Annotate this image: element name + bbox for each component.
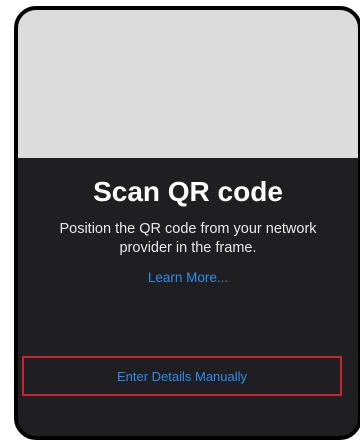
enter-details-manually-button[interactable]: Enter Details Manually	[117, 369, 247, 384]
scan-description: Position the QR code from your network p…	[59, 221, 317, 256]
learn-more-link[interactable]: Learn More...	[148, 270, 228, 285]
page-title: Scan QR code	[93, 176, 283, 207]
camera-preview	[18, 10, 358, 158]
enter-details-manually-highlight: Enter Details Manually	[22, 356, 342, 396]
scan-instructions: Scan QR code Position the QR code from y…	[18, 176, 358, 287]
